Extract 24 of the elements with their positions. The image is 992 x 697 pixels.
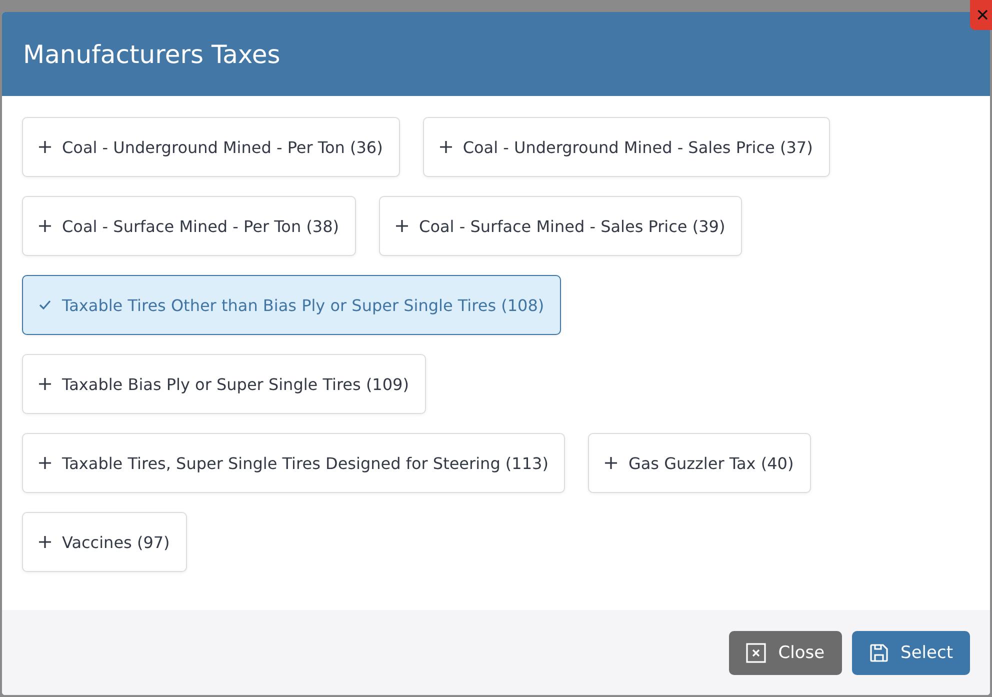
dialog-title: Manufacturers Taxes [23,40,280,68]
close-button[interactable]: ✕ [970,0,992,30]
option-chip[interactable]: Coal - Underground Mined - Sales Price (37) [422,117,830,177]
plus-icon [39,141,51,153]
plus-icon [396,220,408,232]
plus-icon [440,141,452,153]
option-chip[interactable]: Gas Guzzler Tax (40) [588,433,811,493]
option-chip[interactable]: Coal - Surface Mined - Per Ton (38) [22,196,356,256]
option-chip[interactable]: Taxable Tires, Super Single Tires Designed for Steering (113) [22,433,566,493]
plus-icon [605,457,618,469]
save-icon [868,642,889,662]
check-icon [39,300,51,310]
option-chip[interactable]: Vaccines (97) [22,512,187,572]
plus-icon [39,536,51,548]
plus-icon [39,457,51,469]
option-chip[interactable]: Coal - Surface Mined - Sales Price (39) [379,196,742,256]
plus-icon [39,220,51,232]
option-chip[interactable]: Coal - Underground Mined - Per Ton (36) [22,117,400,177]
option-chip[interactable]: Taxable Tires Other than Bias Ply or Super Single Tires (108) [22,275,562,335]
close-button[interactable]: Close [729,630,842,674]
option-chip[interactable]: Taxable Bias Ply or Super Single Tires (109) [22,354,426,414]
select-button[interactable]: Select [852,630,970,674]
plus-icon [39,378,51,390]
close-box-icon [746,642,766,662]
